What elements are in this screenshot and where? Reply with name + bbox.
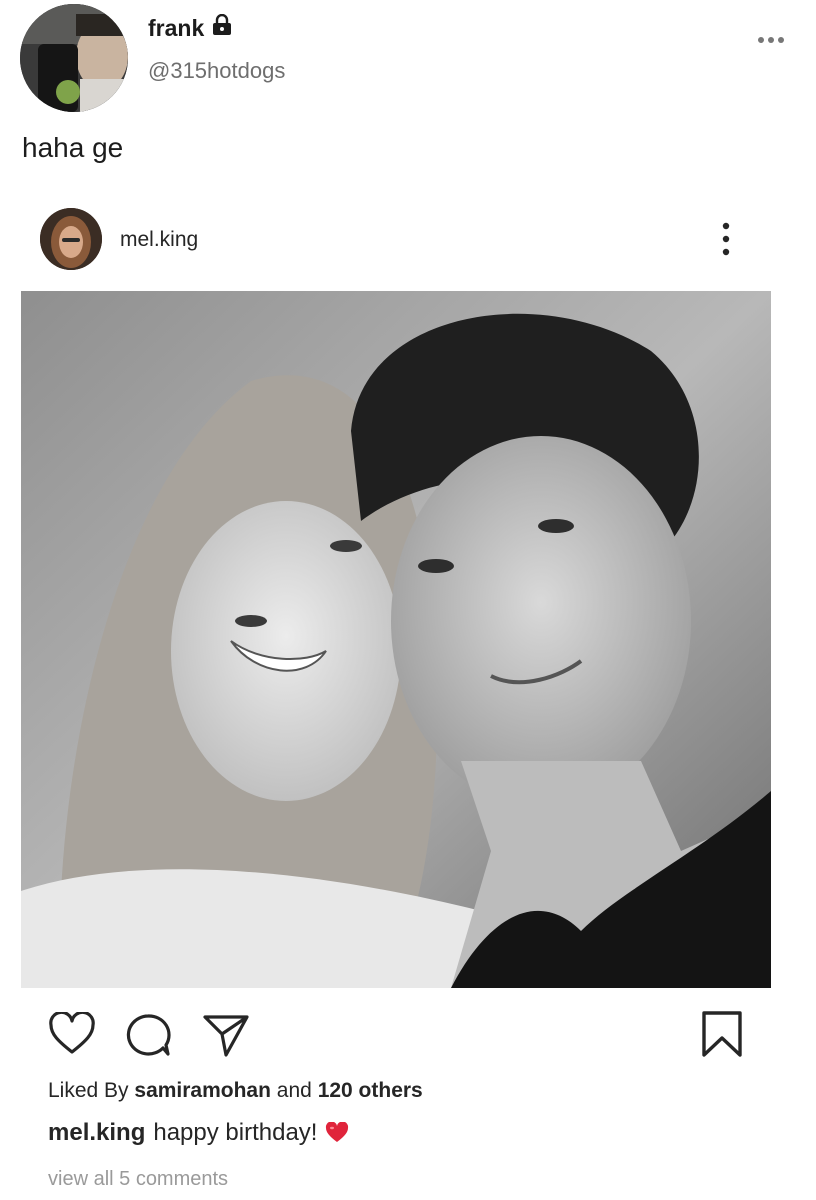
comment-button[interactable]	[124, 1012, 172, 1063]
liker-username[interactable]: samiramohan	[134, 1079, 271, 1102]
display-name[interactable]: frank	[148, 13, 232, 42]
heart-emoji-icon	[325, 1121, 349, 1144]
tweet-text: haha ge	[22, 132, 124, 163]
lock-icon	[212, 13, 232, 42]
more-vertical-icon[interactable]	[716, 220, 736, 260]
caption-username[interactable]: mel.king	[48, 1119, 145, 1147]
post-author-username[interactable]: mel.king	[120, 228, 198, 252]
share-button[interactable]	[202, 1012, 250, 1063]
post-photo[interactable]	[21, 291, 771, 988]
post-author-avatar[interactable]	[40, 208, 102, 270]
bookmark-icon	[702, 1011, 742, 1057]
heart-icon	[49, 1010, 95, 1054]
more-horizontal-icon[interactable]	[755, 30, 787, 50]
user-handle[interactable]: @315hotdogs	[148, 58, 285, 84]
post-image	[21, 291, 771, 988]
tweet-avatar[interactable]	[20, 4, 128, 112]
avatar-image	[20, 4, 128, 112]
caption-text: happy birthday!	[153, 1119, 318, 1146]
likes-summary: Liked By samiramohan and 120 others	[48, 1079, 423, 1103]
view-all-comments-link[interactable]: view all 5 comments	[48, 1168, 228, 1191]
comment-icon	[126, 1014, 171, 1056]
avatar-image	[40, 208, 102, 270]
display-name-text: frank	[148, 14, 205, 41]
likes-prefix: Liked By	[48, 1079, 129, 1102]
save-button[interactable]	[700, 1010, 744, 1063]
likes-others[interactable]: 120 others	[318, 1079, 423, 1102]
like-button[interactable]	[48, 1010, 96, 1061]
likes-connector: and	[276, 1079, 312, 1102]
post-caption: mel.king happy birthday!	[48, 1119, 349, 1147]
send-icon	[203, 1015, 249, 1057]
